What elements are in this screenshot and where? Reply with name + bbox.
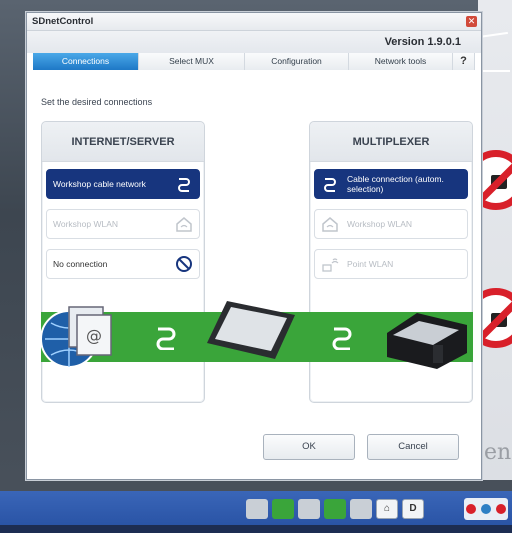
status-icon[interactable] [480, 504, 491, 514]
decoration-line [478, 70, 510, 72]
instruction-text: Set the desired connections [41, 97, 153, 107]
window-title: SDnetControl [32, 16, 94, 27]
house-wlan-icon [322, 217, 338, 232]
option-workshop-cable-network[interactable]: Workshop cable network [46, 169, 200, 199]
status-icon[interactable] [495, 504, 506, 514]
tab-configuration[interactable]: Configuration [245, 53, 349, 70]
option-workshop-wlan[interactable]: Workshop WLAN [46, 209, 200, 239]
multiplexer-icon [387, 313, 467, 369]
background-text: en [484, 440, 512, 465]
tab-select-mux[interactable]: Select MUX [139, 53, 245, 70]
tray-drive-letter[interactable]: D [402, 499, 424, 519]
status-icon[interactable] [466, 504, 477, 514]
option-label: No connection [53, 259, 108, 269]
title-bar: SDnetControl ✕ [27, 13, 481, 31]
option-cable-connection[interactable]: Cable connection (autom. selection) [314, 169, 468, 199]
version-label: Version 1.9.0.1 [384, 36, 461, 48]
tablet-icon[interactable] [298, 499, 320, 519]
option-mux-workshop-wlan[interactable]: Workshop WLAN [314, 209, 468, 239]
ok-button[interactable]: OK [263, 434, 355, 460]
option-label: Workshop cable network [53, 179, 146, 189]
multiplexer-header: MULTIPLEXER [310, 122, 472, 162]
cable-link-icon [156, 327, 176, 350]
tab-bar: Connections Select MUX Configuration Net… [33, 53, 475, 70]
desktop-background [478, 0, 512, 480]
point-wlan-icon [322, 258, 339, 272]
no-connection-icon [176, 256, 192, 272]
cable-link-icon[interactable] [324, 499, 346, 519]
cancel-button[interactable]: Cancel [367, 434, 459, 460]
screen-bottom-strip [0, 525, 512, 533]
system-tray: ⌂ D [246, 497, 456, 521]
lock-icon[interactable]: ⌂ [376, 499, 398, 519]
close-icon[interactable]: ✕ [466, 16, 477, 27]
option-label: Workshop WLAN [53, 219, 119, 229]
tablet-icon [207, 301, 295, 359]
option-label: Workshop WLAN [347, 219, 413, 229]
internet-server-header: INTERNET/SERVER [42, 122, 204, 162]
option-point-wlan[interactable]: Point WLAN [314, 249, 468, 279]
option-no-connection[interactable]: No connection [46, 249, 200, 279]
sdnetcontrol-window: SDnetControl ✕ Version 1.9.0.1 Connectio… [26, 12, 482, 480]
option-label: Cable connection (autom. selection) [347, 174, 444, 194]
cable-link-icon [332, 327, 352, 350]
globe-server-icon: @ [40, 306, 112, 368]
svg-text:@: @ [86, 326, 102, 345]
cable-link-icon [178, 178, 190, 192]
tab-connections[interactable]: Connections [33, 53, 139, 70]
help-button[interactable]: ? [453, 53, 475, 70]
globe-server-icon[interactable] [246, 499, 268, 519]
house-wlan-icon [176, 217, 192, 232]
multiplexer-icon[interactable] [350, 499, 372, 519]
tab-network-tools[interactable]: Network tools [349, 53, 453, 70]
cable-link-icon[interactable] [272, 499, 294, 519]
header-band: Version 1.9.0.1 [27, 31, 481, 53]
option-label: Point WLAN [347, 259, 394, 269]
cable-link-icon [324, 178, 336, 192]
notification-area [464, 498, 508, 520]
